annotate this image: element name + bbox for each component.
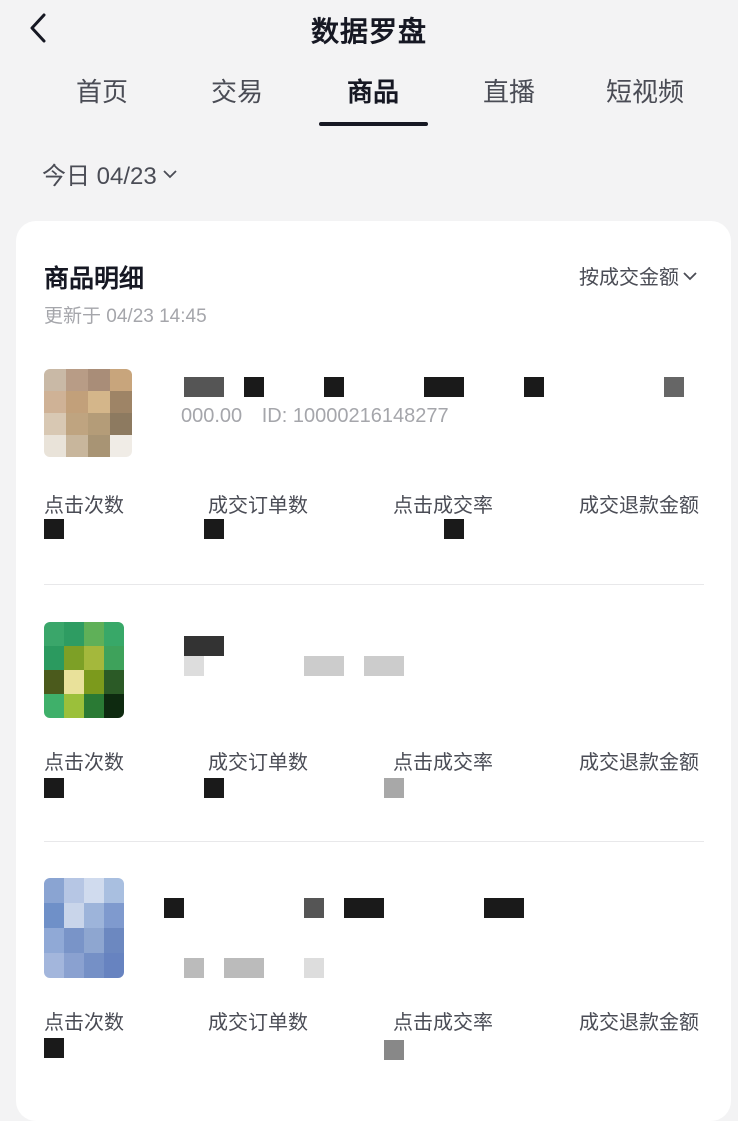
chevron-down-icon <box>683 271 697 280</box>
sort-label: 按成交金额 <box>579 267 679 289</box>
metric-label-conversion: 点击成交率 <box>393 495 493 517</box>
product-item[interactable]: 000.00 ID: 10000216148277 点击次数 成交订单数 点击成… <box>16 361 731 601</box>
metric-label-orders: 成交订单数 <box>208 1012 308 1034</box>
product-thumbnail <box>44 878 124 978</box>
tab-home[interactable]: 首页 <box>76 72 128 109</box>
tab-live[interactable]: 直播 <box>483 72 535 109</box>
metric-value-redacted <box>44 1038 64 1058</box>
date-picker-label: 今日 04/23 <box>42 163 157 190</box>
product-name-redacted <box>146 377 684 403</box>
metric-label-conversion: 点击成交率 <box>393 1012 493 1034</box>
metric-label-orders: 成交订单数 <box>208 752 308 774</box>
metric-label-refund: 成交退款金额 <box>579 1012 699 1034</box>
metric-value-redacted <box>204 519 224 539</box>
product-item[interactable]: 点击次数 成交订单数 点击成交率 成交退款金额 <box>16 616 731 856</box>
metric-label-conversion: 点击成交率 <box>393 752 493 774</box>
product-meta: 000.00 ID: 10000216148277 <box>181 405 449 428</box>
tab-bar: 首页 交易 商品 直播 短视频 <box>0 66 738 126</box>
sort-dropdown[interactable]: 按成交金额 <box>579 261 697 290</box>
tab-short-video[interactable]: 短视频 <box>606 72 684 109</box>
metric-value-redacted <box>44 778 64 798</box>
product-id: ID: 10000216148277 <box>261 405 449 427</box>
metric-value-redacted <box>384 1040 404 1060</box>
updated-time: 更新于 04/23 14:45 <box>44 306 207 327</box>
product-price: 000.00 <box>181 405 243 427</box>
product-thumbnail <box>44 369 132 457</box>
nav-bar: 数据罗盘 <box>0 0 738 60</box>
product-name-redacted <box>146 898 524 924</box>
card-title: 商品明细 <box>44 265 145 293</box>
date-picker[interactable]: 今日 04/23 <box>42 156 177 191</box>
page-title: 数据罗盘 <box>310 16 427 47</box>
tab-trade[interactable]: 交易 <box>211 72 263 109</box>
metric-value-redacted <box>44 519 64 539</box>
chevron-down-icon <box>163 169 177 178</box>
metric-label-clicks: 点击次数 <box>44 495 124 517</box>
active-tab-indicator <box>319 122 428 126</box>
metric-label-orders: 成交订单数 <box>208 495 308 517</box>
tab-products[interactable]: 商品 <box>347 72 399 109</box>
product-meta-redacted <box>146 656 404 682</box>
metric-label-refund: 成交退款金额 <box>579 752 699 774</box>
metric-value-redacted <box>204 778 224 798</box>
divider <box>44 841 704 842</box>
product-thumbnail <box>44 622 124 718</box>
metric-label-refund: 成交退款金额 <box>579 495 699 517</box>
product-meta-redacted <box>146 958 324 984</box>
metric-label-clicks: 点击次数 <box>44 1012 124 1034</box>
product-item[interactable]: 点击次数 成交订单数 点击成交率 成交退款金额 <box>16 876 731 1116</box>
metric-value-redacted <box>384 778 404 798</box>
metric-label-clicks: 点击次数 <box>44 752 124 774</box>
product-detail-card: 商品明细 按成交金额 更新于 04/23 14:45 000.00 ID: 10… <box>16 221 731 1121</box>
metric-value-redacted <box>444 519 464 539</box>
divider <box>44 584 704 585</box>
